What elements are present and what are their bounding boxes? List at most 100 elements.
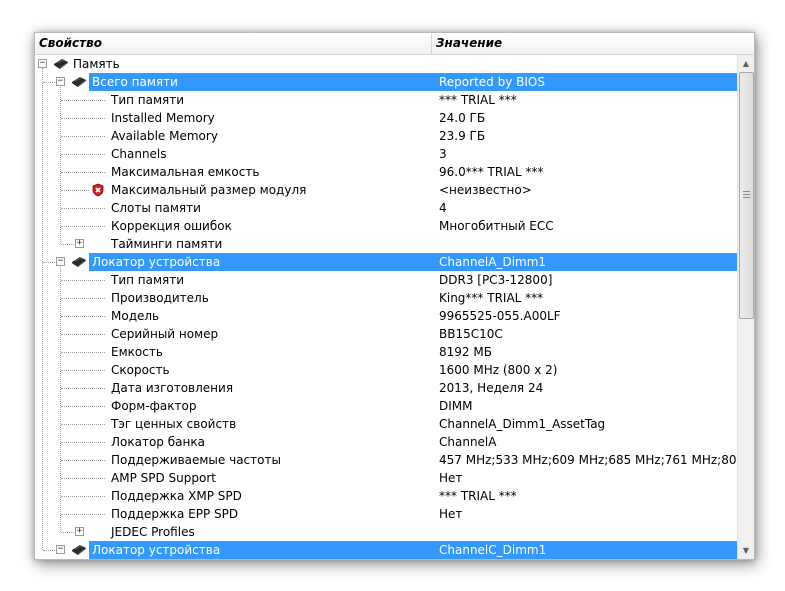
property-label: Максимальная емкость	[111, 165, 260, 179]
tree-node-group[interactable]: − Локатор устройства ChannelA_Dimm1	[35, 253, 737, 271]
property-value: *** TRIAL ***	[439, 93, 517, 107]
group-label: Всего памяти	[92, 75, 178, 89]
property-label: Поддержка EPP SPD	[111, 507, 239, 521]
property-label: Максимальный размер модуля	[111, 183, 307, 197]
collapse-toggle[interactable]: −	[56, 545, 65, 554]
property-label: JEDEC Profiles	[111, 525, 195, 539]
group-value: Reported by BIOS	[439, 75, 545, 89]
property-label: Коррекция ошибок	[111, 219, 232, 233]
tree-node-item[interactable]: Тип памяти DDR3 [PC3-12800]	[35, 271, 737, 289]
property-label: Тайминги памяти	[111, 237, 223, 251]
group-label: Локатор устройства	[92, 255, 221, 269]
selection-highlight	[89, 73, 737, 91]
group-label: Локатор устройства	[92, 543, 221, 557]
property-value: BB15C10C	[439, 327, 503, 341]
tree-node-item[interactable]: Скорость 1600 MHz (800 x 2)	[35, 361, 737, 379]
tree-node-group[interactable]: − Локатор устройства ChannelC_Dimm1	[35, 541, 737, 559]
property-label: Серийный номер	[111, 327, 219, 341]
memory-chip-icon	[70, 76, 88, 88]
property-label: Емкость	[111, 345, 163, 359]
property-value: 9965525-055.A00LF	[439, 309, 561, 323]
tree-node-item[interactable]: Слоты памяти 4	[35, 199, 737, 217]
scroll-up-arrow[interactable]: ▲	[738, 55, 754, 72]
property-value: ChannelA	[439, 435, 497, 449]
tree-node-item[interactable]: AMP SPD Support Нет	[35, 469, 737, 487]
property-label: AMP SPD Support	[111, 471, 216, 485]
tree-node-item[interactable]: Производитель King*** TRIAL ***	[35, 289, 737, 307]
group-value: ChannelC_Dimm1	[439, 543, 547, 557]
tree-node-item[interactable]: Коррекция ошибок Многобитный ECC	[35, 217, 737, 235]
expand-toggle[interactable]: +	[75, 239, 84, 248]
property-value: 457 MHz;533 MHz;609 MHz;685 MHz;761 MHz;…	[439, 453, 737, 467]
property-tree: − Память − Всего памяти Reported by BIOS Тип …	[35, 55, 737, 559]
tree-node-item[interactable]: + JEDEC Profiles	[35, 523, 737, 541]
tree-node-item[interactable]: Available Memory 23.9 ГБ	[35, 127, 737, 145]
property-value: DIMM	[439, 399, 473, 413]
tree-node-item[interactable]: Емкость 8192 МБ	[35, 343, 737, 361]
vertical-scrollbar[interactable]: ▲ ▼	[737, 55, 754, 559]
tree-node-item[interactable]: Дата изготовления 2013, Неделя 24	[35, 379, 737, 397]
error-icon	[91, 183, 105, 197]
tree-node-item[interactable]: Installed Memory 24.0 ГБ	[35, 109, 737, 127]
property-value: 23.9 ГБ	[439, 129, 486, 143]
scrollbar-thumb[interactable]	[739, 72, 754, 319]
property-value: 4	[439, 201, 447, 215]
property-value: 24.0 ГБ	[439, 111, 486, 125]
tree-node-item[interactable]: + Тайминги памяти	[35, 235, 737, 253]
property-label: Поддерживаемые частоты	[111, 453, 281, 467]
scroll-down-arrow[interactable]: ▼	[738, 542, 754, 559]
property-value: Многобитный ECC	[439, 219, 554, 233]
tree-node-item[interactable]: Серийный номер BB15C10C	[35, 325, 737, 343]
property-value: 3	[439, 147, 447, 161]
property-value: 96.0*** TRIAL ***	[439, 165, 544, 179]
tree-connector	[43, 82, 55, 83]
tree-node-item[interactable]: Тэг ценных свойств ChannelA_Dimm1_AssetTa…	[35, 415, 737, 433]
memory-chip-icon	[52, 58, 70, 70]
property-label: Тип памяти	[111, 93, 185, 107]
collapse-toggle[interactable]: −	[56, 257, 65, 266]
property-label: Дата изготовления	[111, 381, 234, 395]
property-label: Модель	[111, 309, 160, 323]
tree-node-item[interactable]: Локатор банка ChannelA	[35, 433, 737, 451]
property-label: Installed Memory	[111, 111, 215, 125]
property-label: Скорость	[111, 363, 170, 377]
group-value: ChannelA_Dimm1	[439, 255, 547, 269]
tree-node-label: Память	[73, 57, 120, 71]
properties-window: Свойство Значение − Память − Всего памяти Re…	[34, 32, 755, 560]
property-value: DDR3 [PC3-12800]	[439, 273, 553, 287]
tree-node-item[interactable]: Поддержка EPP SPD Нет	[35, 505, 737, 523]
property-label: Слоты памяти	[111, 201, 201, 215]
property-value: Нет	[439, 507, 463, 521]
property-value: Нет	[439, 471, 463, 485]
expand-toggle[interactable]: +	[75, 527, 84, 536]
property-label: Производитель	[111, 291, 209, 305]
property-value: 1600 MHz (800 x 2)	[439, 363, 558, 377]
tree-connector	[43, 262, 55, 263]
tree-connector	[43, 550, 55, 551]
collapse-toggle[interactable]: −	[38, 59, 47, 68]
property-value: <неизвестно>	[439, 183, 532, 197]
column-header-property[interactable]: Свойство	[35, 33, 432, 54]
collapse-toggle[interactable]: −	[56, 77, 65, 86]
property-label: Channels	[111, 147, 167, 161]
property-label: Локатор банка	[111, 435, 205, 449]
tree-node-group[interactable]: − Всего памяти Reported by BIOS	[35, 73, 737, 91]
property-label: Тип памяти	[111, 273, 185, 287]
property-label: Тэг ценных свойств	[111, 417, 237, 431]
property-label: Поддержка XMP SPD	[111, 489, 242, 503]
tree-node-item[interactable]: Поддержка XMP SPD *** TRIAL ***	[35, 487, 737, 505]
property-value: ChannelA_Dimm1_AssetTag	[439, 417, 606, 431]
memory-chip-icon	[70, 256, 88, 268]
tree-node-item[interactable]: Channels 3	[35, 145, 737, 163]
memory-chip-icon	[70, 544, 88, 556]
tree-node-item[interactable]: Тип памяти *** TRIAL ***	[35, 91, 737, 109]
column-header-value[interactable]: Значение	[432, 33, 754, 54]
tree-node-item[interactable]: Форм-фактор DIMM	[35, 397, 737, 415]
tree-node-item[interactable]: Максимальный размер модуля <неизвестно>	[35, 181, 737, 199]
tree-node-item[interactable]: Поддерживаемые частоты 457 MHz;533 MHz;60…	[35, 451, 737, 469]
tree-node-root[interactable]: − Память	[35, 55, 737, 73]
column-header: Свойство Значение	[35, 33, 754, 55]
property-label: Available Memory	[111, 129, 218, 143]
tree-node-item[interactable]: Модель 9965525-055.A00LF	[35, 307, 737, 325]
tree-node-item[interactable]: Максимальная емкость 96.0*** TRIAL ***	[35, 163, 737, 181]
